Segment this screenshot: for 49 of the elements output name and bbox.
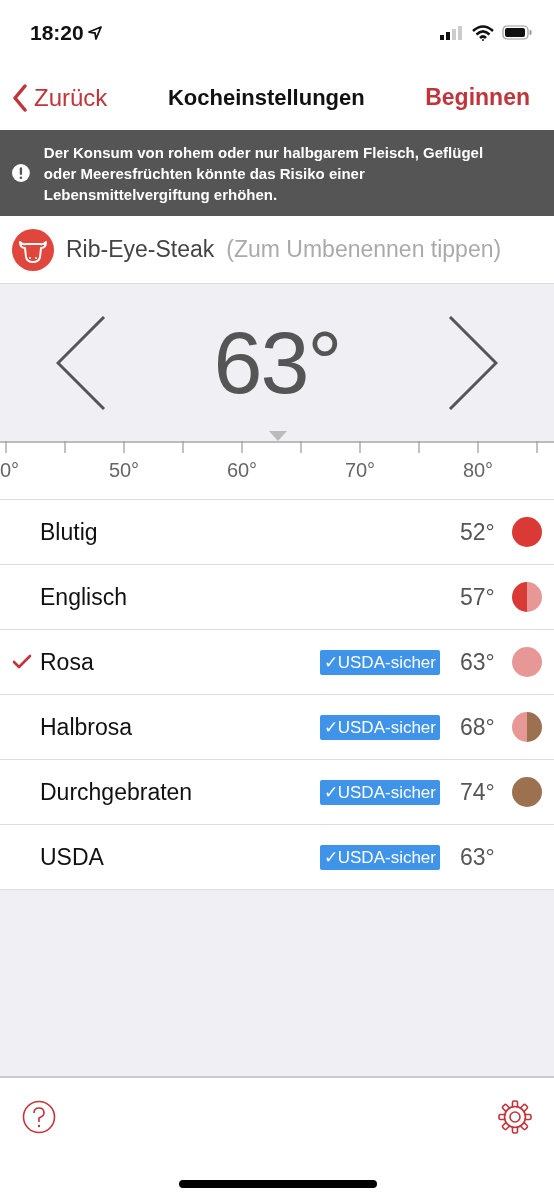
chevron-right-icon <box>448 315 498 410</box>
help-icon <box>22 1100 56 1134</box>
doneness-temperature: 52° <box>460 518 496 546</box>
usda-badge: ✓USDA-sicher <box>319 844 440 870</box>
settings-icon <box>498 1100 532 1134</box>
doneness-label: Rosa <box>40 648 95 676</box>
rename-hint: (Zum Umbenennen tippen) <box>226 236 502 263</box>
scale-label: 0° <box>0 459 21 482</box>
back-button[interactable]: Zurück <box>12 83 108 112</box>
cow-head-icon <box>12 228 54 271</box>
doneness-temperature: 63° <box>460 843 496 871</box>
wifi-icon <box>472 24 494 41</box>
chevron-left-icon <box>56 315 106 410</box>
doneness-label: Halbrosa <box>40 713 134 741</box>
doneness-label: Blutig <box>40 518 99 546</box>
screen-title: Kocheinstellungen <box>167 84 365 111</box>
start-button[interactable]: Beginnen <box>425 84 530 111</box>
warning-text: Der Konsum von rohem oder nur halbgarem Fleisch, Geflügel oder Meeresfrüchten könnte das Risiko einer Lebensmittelvergiftung erhöhen. <box>43 142 485 205</box>
doneness-temperature: 57° <box>460 583 496 611</box>
doneness-temperature: 74° <box>460 778 496 806</box>
doneness-row[interactable]: USDA ✓USDA-sicher 63° <box>0 825 554 890</box>
scale-label: 70° <box>343 459 377 482</box>
meat-name[interactable]: Rib-Eye-Steak <box>66 236 215 263</box>
doneness-temperature: 63° <box>460 648 496 676</box>
doneness-row[interactable]: Durchgebraten ✓USDA-sicher 74° <box>0 760 554 825</box>
usda-badge: ✓USDA-sicher <box>319 779 440 805</box>
temperature-value: 63° <box>213 311 341 414</box>
doneness-label: Englisch <box>40 583 128 611</box>
usda-badge: ✓USDA-sicher <box>319 649 440 675</box>
doneness-row[interactable]: Blutig 52° <box>0 500 554 565</box>
battery-icon <box>502 25 532 40</box>
doneness-row[interactable]: Halbrosa ✓USDA-sicher 68° <box>0 695 554 760</box>
increase-button[interactable] <box>448 315 498 410</box>
settings-button[interactable] <box>498 1100 532 1134</box>
location-icon <box>87 25 102 40</box>
doneness-label: Durchgebraten <box>40 778 194 806</box>
signal-icon <box>440 25 464 40</box>
help-button[interactable] <box>22 1100 56 1134</box>
doneness-temperature: 68° <box>460 713 496 741</box>
chevron-left-icon <box>12 83 28 112</box>
scale-label: 50° <box>107 459 141 482</box>
usda-badge: ✓USDA-sicher <box>319 714 440 740</box>
decrease-button[interactable] <box>56 315 106 410</box>
scale-label: 80° <box>461 459 495 482</box>
clock: 18:20 <box>30 20 84 45</box>
doneness-label: USDA <box>40 843 105 871</box>
temperature-scale[interactable]: 0° 50° 60° 70° 80° <box>0 441 554 499</box>
scale-label: 60° <box>225 459 259 482</box>
pointer-icon <box>269 431 287 441</box>
